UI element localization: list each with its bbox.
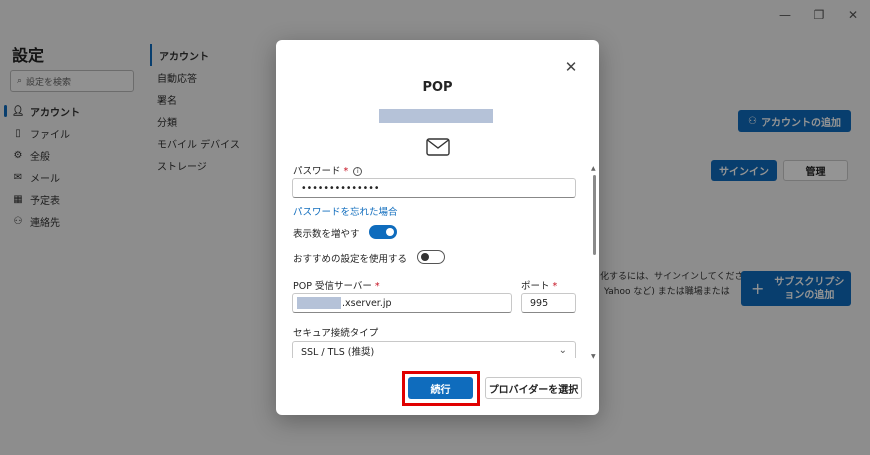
scroll-down-icon[interactable]: ▼	[591, 353, 596, 360]
pop-dialog: ✕ POP ▲ ▼ パスワード * i •••••••••••••• パスワード…	[276, 40, 599, 415]
redacted-email	[379, 109, 493, 123]
port-label-row: ポート *	[521, 278, 557, 292]
redacted-server-prefix	[297, 297, 341, 309]
password-label: パスワード	[293, 166, 341, 177]
password-field[interactable]: ••••••••••••••	[292, 178, 576, 198]
port-label: ポート	[521, 281, 550, 292]
required-mark: *	[343, 166, 349, 177]
secure-type-value: SSL / TLS (推奨)	[301, 347, 375, 358]
password-label-row: パスワード * i	[293, 163, 363, 177]
pop-form: パスワード * i •••••••••••••• パスワードを忘れた場合 表示数…	[292, 160, 576, 358]
recommended-toggle[interactable]	[417, 250, 445, 264]
scroll-thumb[interactable]	[593, 175, 596, 255]
recommended-label: おすすめの設定を使用する	[293, 254, 408, 265]
pop-server-label-row: POP 受信サーバー *	[293, 278, 380, 292]
pop-server-value: .xserver.jp	[342, 297, 392, 309]
choose-provider-button[interactable]: プロバイダーを選択	[485, 377, 582, 399]
close-icon[interactable]: ✕	[563, 58, 579, 76]
required-mark: *	[374, 281, 380, 292]
pop-server-label: POP 受信サーバー	[293, 281, 372, 292]
pop-server-field[interactable]: .xserver.jp	[292, 293, 512, 313]
info-icon[interactable]: i	[353, 167, 363, 176]
port-field[interactable]: 995	[521, 293, 576, 313]
envelope-icon	[426, 138, 450, 156]
toggle-knob	[386, 228, 394, 236]
continue-button[interactable]: 続行	[408, 377, 473, 399]
secure-type-label: セキュア接続タイプ	[293, 328, 379, 339]
forgot-password-link[interactable]: パスワードを忘れた場合	[293, 204, 398, 218]
show-more-toggle[interactable]	[369, 225, 397, 239]
scroll-up-icon[interactable]: ▲	[591, 165, 596, 172]
secure-type-select[interactable]: SSL / TLS (推奨) ⌄	[292, 341, 576, 358]
required-mark: *	[552, 281, 558, 292]
chevron-down-icon: ⌄	[558, 345, 567, 356]
toggle-knob	[421, 253, 429, 261]
dialog-title: POP	[422, 80, 453, 95]
dialog-scrollbar[interactable]: ▲ ▼	[591, 165, 597, 360]
show-more-label: 表示数を増やす	[293, 229, 360, 240]
